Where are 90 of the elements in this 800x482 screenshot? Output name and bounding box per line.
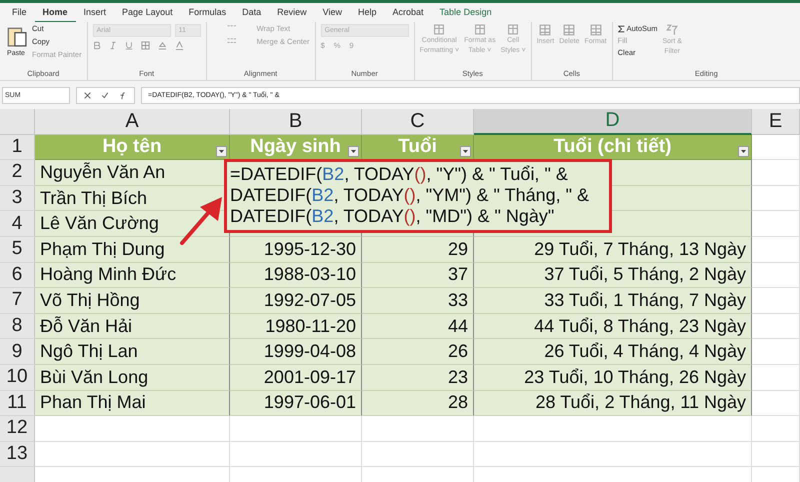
table-style-icon (507, 24, 520, 35)
ribbon-tab[interactable]: Help (350, 2, 385, 23)
ribbon-tab[interactable]: View (314, 2, 350, 23)
table-cell: 1980-11-20 (230, 314, 362, 340)
ribbon-tab[interactable]: Insert (76, 2, 114, 23)
table-cell: Lê Văn Cường (35, 211, 230, 237)
table-cell: 1988-03-10 (230, 262, 362, 288)
table-cell: Võ Thị Hồng (35, 288, 230, 314)
table-cell: Bùi Văn Long (35, 364, 230, 391)
table-cell: 1999-04-08 (230, 339, 362, 365)
filter-dropdown-icon[interactable] (348, 146, 359, 158)
underline-icon[interactable] (124, 41, 133, 50)
column-header[interactable]: B (230, 109, 362, 135)
table-cell: Ngô Thị Lan (35, 339, 230, 365)
row-number: 1 (0, 134, 35, 160)
enter-icon[interactable] (101, 92, 109, 99)
cells-grid-icon (588, 24, 603, 36)
table-cell: 37 (362, 262, 474, 288)
table-header-cell: Tuổi (362, 134, 474, 160)
table-cell: Đỗ Văn Hải (35, 314, 230, 340)
formula-line: DATEDIF(B2, TODAY(), "MD") & " Ngày" (230, 206, 554, 227)
sigma-icon (618, 24, 625, 32)
table-cell: 26 (362, 339, 474, 365)
ribbon-tab[interactable]: Table Design (432, 2, 500, 23)
empty-cell (752, 416, 800, 442)
row-number: 3 (0, 186, 35, 212)
ribbon-tab[interactable]: File (4, 2, 35, 23)
column-header[interactable]: C (362, 109, 474, 135)
table-cell: 28 Tuổi, 2 Tháng, 11 Ngày (474, 390, 752, 416)
filter-dropdown-icon[interactable] (460, 146, 471, 158)
cancel-icon[interactable] (84, 92, 91, 99)
sort-filter-icon (665, 24, 680, 36)
table-cell: 33 (362, 288, 474, 314)
ribbon-tab[interactable]: Data (234, 2, 270, 23)
formula-edit-box[interactable]: =DATEDIF(B2, TODAY(), "Y") & " Tuổi, " & DATEDIF(B2, TODAY(), "YM") & " Tháng, " & DATEDIF(B2, TODAY(), "MD") & " Ngày" (224, 159, 612, 233)
ribbon-tab[interactable]: Review (269, 2, 315, 23)
table-header-cell: Tuổi (chi tiết) (474, 134, 752, 160)
row-number: 9 (0, 339, 35, 365)
pointer-arrow (180, 197, 222, 245)
ribbon-tab[interactable]: Page Layout (114, 2, 181, 23)
row-number: 6 (0, 262, 35, 288)
row-number: 10 (0, 364, 35, 391)
table-cell: Hoàng Minh Đức (35, 262, 230, 288)
filter-dropdown-icon[interactable] (216, 146, 227, 158)
table-cell: 28 (362, 390, 474, 416)
table-cell: 44 (362, 314, 474, 340)
row-number: 13 (0, 442, 35, 468)
fill-color-icon[interactable] (158, 41, 167, 50)
table-cell: 33 Tuổi, 1 Tháng, 7 Ngày (474, 288, 752, 314)
formula-line: =DATEDIF(B2, TODAY(), "Y") & " Tuổi, " & (230, 164, 568, 185)
table-cell: 2001-09-17 (230, 364, 362, 391)
table-header-cell: Ngày sinh (230, 134, 362, 160)
borders-icon[interactable] (140, 41, 150, 50)
table-cell: 29 Tuổi, 7 Tháng, 13 Ngày (474, 236, 752, 263)
row-number: 8 (0, 314, 35, 340)
column-header[interactable]: E (752, 109, 800, 135)
select-all-corner[interactable] (0, 109, 35, 135)
row-number: 11 (0, 390, 35, 416)
row-number: 12 (0, 416, 35, 442)
ribbon-tab[interactable]: Acrobat (384, 2, 432, 23)
table-cell: Phan Thị Mai (35, 390, 230, 416)
filter-dropdown-icon[interactable] (738, 146, 749, 158)
table-cell: 1997-06-01 (230, 390, 362, 416)
formula-line: DATEDIF(B2, TODAY(), "YM") & " Tháng, " & (230, 185, 590, 206)
row-number: 4 (0, 211, 35, 237)
ribbon-tab[interactable]: Formulas (180, 2, 234, 23)
column-header[interactable]: A (35, 109, 230, 135)
table-cell: 1995-12-30 (230, 236, 362, 263)
table-cell: 1992-07-05 (230, 288, 362, 314)
table-cell: 23 Tuổi, 10 Tháng, 26 Ngày (474, 364, 752, 391)
cells-grid-icon (562, 24, 576, 36)
table-cell: 29 (362, 236, 474, 263)
table-cell: 44 Tuổi, 8 Tháng, 23 Ngày (474, 314, 752, 340)
row-number: 2 (0, 160, 35, 186)
table-style-icon (433, 24, 446, 35)
table-cell: 23 (362, 364, 474, 391)
column-header[interactable]: D (474, 109, 752, 135)
function-icon[interactable] (119, 92, 127, 100)
cells-grid-icon (538, 24, 552, 36)
table-cell: Phạm Thị Dung (35, 236, 230, 263)
italic-icon[interactable] (108, 41, 117, 50)
table-style-icon (474, 24, 486, 35)
table-cell: 37 Tuổi, 5 Tháng, 2 Ngày (474, 262, 752, 288)
row-number: 7 (0, 288, 35, 314)
row-number: 5 (0, 236, 35, 263)
bold-icon[interactable] (92, 41, 101, 50)
table-cell: 26 Tuổi, 4 Tháng, 4 Ngày (474, 339, 752, 365)
font-color-icon[interactable] (174, 41, 184, 50)
table-header-cell: Họ tên (35, 134, 230, 160)
empty-cell (752, 442, 800, 468)
